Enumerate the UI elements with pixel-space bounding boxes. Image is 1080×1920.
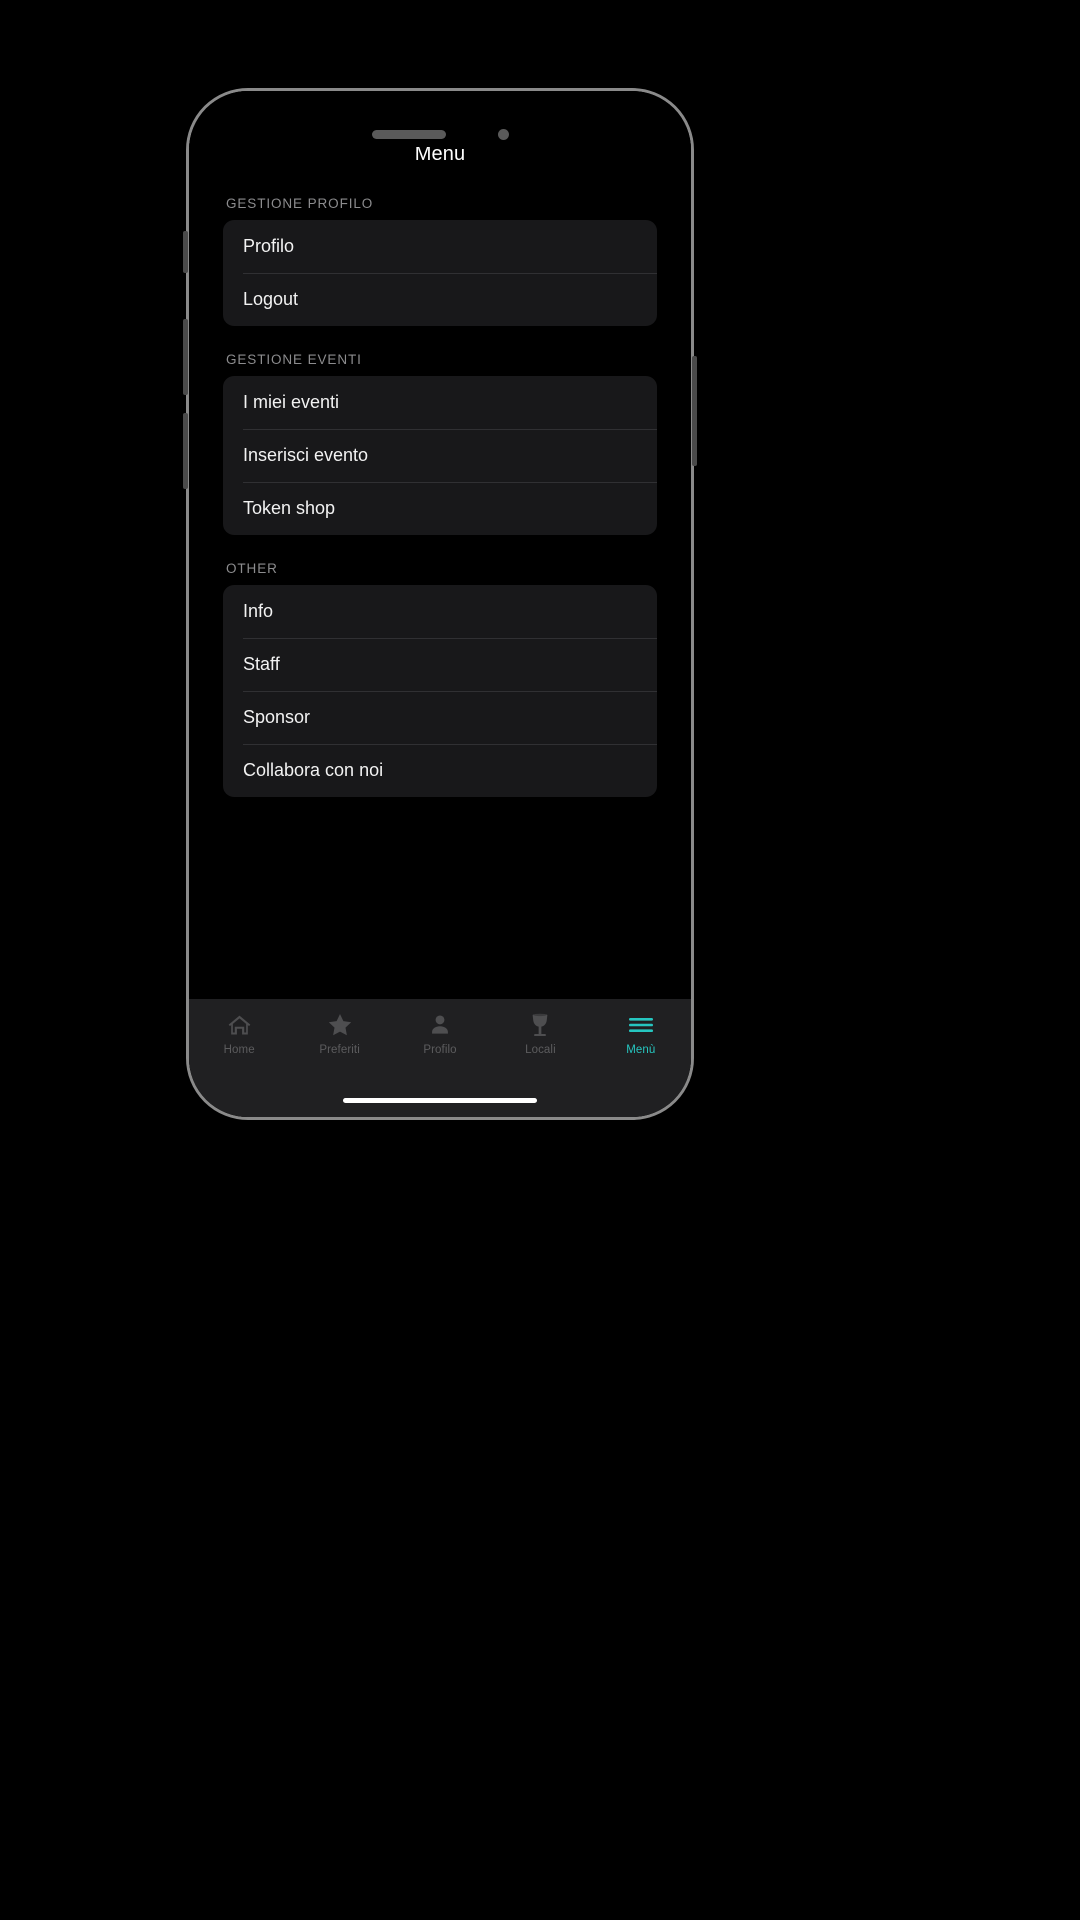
section-gestione-eventi: GESTIONE EVENTI I miei eventi Inserisci … [223, 352, 657, 535]
tab-label: Profilo [423, 1044, 457, 1056]
person-icon [426, 1011, 454, 1039]
menu-item-token-shop[interactable]: Token shop [223, 482, 657, 535]
menu-item-label: Staff [243, 654, 280, 674]
menu-card: Info Staff Sponsor Collabora con noi [223, 585, 657, 797]
home-indicator[interactable] [343, 1098, 537, 1103]
tab-profilo[interactable]: Profilo [390, 1011, 490, 1056]
star-icon [326, 1011, 354, 1039]
speaker-grille-icon [372, 130, 446, 139]
tab-label: Preferiti [319, 1044, 360, 1056]
silent-switch-button[interactable] [183, 231, 188, 273]
power-button[interactable] [692, 356, 697, 466]
front-camera-icon [498, 129, 509, 140]
menu-item-i-miei-eventi[interactable]: I miei eventi [223, 376, 657, 429]
menu-content: GESTIONE PROFILO Profilo Logout GESTIONE… [189, 196, 691, 999]
menu-item-sponsor[interactable]: Sponsor [223, 691, 657, 744]
section-gestione-profilo: GESTIONE PROFILO Profilo Logout [223, 196, 657, 326]
menu-card: I miei eventi Inserisci evento Token sho… [223, 376, 657, 535]
section-other: OTHER Info Staff Sponsor Collabora con n… [223, 561, 657, 797]
wine-glass-icon [526, 1011, 554, 1039]
phone-frame: Menu GESTIONE PROFILO Profilo Logout GES… [183, 88, 697, 1120]
menu-item-inserisci-evento[interactable]: Inserisci evento [223, 429, 657, 482]
menu-item-info[interactable]: Info [223, 585, 657, 638]
menu-item-label: Logout [243, 289, 299, 309]
tab-locali[interactable]: Locali [490, 1011, 590, 1056]
phone-screen: Menu GESTIONE PROFILO Profilo Logout GES… [189, 91, 691, 1117]
volume-up-button[interactable] [183, 319, 188, 395]
menu-item-label: Sponsor [243, 707, 311, 727]
home-icon [225, 1011, 253, 1039]
menu-item-logout[interactable]: Logout [223, 273, 657, 326]
section-header: GESTIONE EVENTI [226, 352, 362, 367]
tab-preferiti[interactable]: Preferiti [289, 1011, 389, 1056]
tab-menu[interactable]: Menù [591, 1011, 691, 1056]
section-header: OTHER [226, 561, 278, 576]
menu-item-collabora-con-noi[interactable]: Collabora con noi [223, 744, 657, 797]
menu-item-label: Inserisci evento [243, 445, 369, 465]
menu-card: Profilo Logout [223, 220, 657, 326]
tab-label: Menù [626, 1044, 656, 1056]
menu-item-staff[interactable]: Staff [223, 638, 657, 691]
tab-label: Home [223, 1044, 255, 1056]
menu-item-label: Token shop [243, 498, 336, 518]
menu-item-label: Collabora con noi [243, 760, 384, 780]
volume-down-button[interactable] [183, 413, 188, 489]
menu-item-label: Profilo [243, 236, 295, 256]
tab-label: Locali [525, 1044, 556, 1056]
hamburger-icon [627, 1011, 655, 1039]
section-header: GESTIONE PROFILO [226, 196, 374, 211]
menu-item-profilo[interactable]: Profilo [223, 220, 657, 273]
menu-item-label: Info [243, 601, 274, 621]
menu-item-label: I miei eventi [243, 392, 340, 412]
tab-home[interactable]: Home [189, 1011, 289, 1056]
